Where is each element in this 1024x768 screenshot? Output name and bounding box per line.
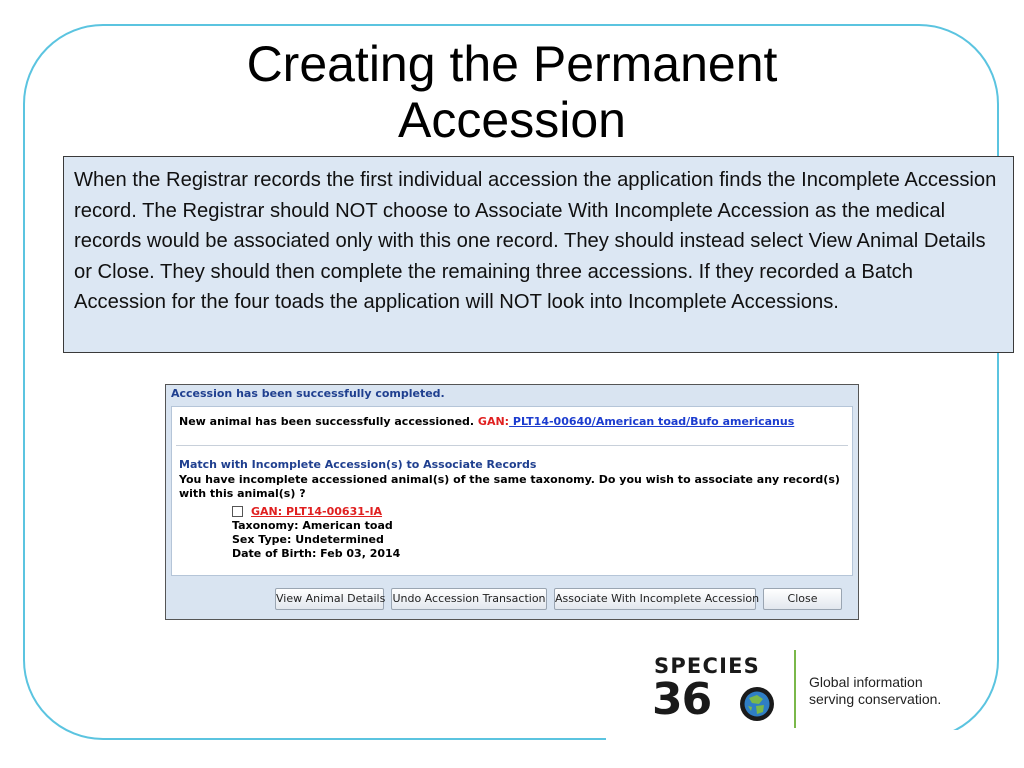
gan-link[interactable]: PLT14-00640/American toad/Bufo americanu… [509, 415, 794, 428]
globe-icon [740, 687, 774, 721]
species360-logo: SPECIES 36 Global information serving co… [652, 650, 972, 730]
associate-question: You have incomplete accessioned animal(s… [179, 473, 840, 500]
callout-box: When the Registrar records the first ind… [63, 156, 1014, 353]
tagline-line-2: serving conservation. [809, 691, 942, 707]
close-button[interactable]: Close [763, 588, 842, 610]
logo-tagline: Global information serving conservation. [809, 674, 941, 708]
gan-label: GAN: [477, 415, 510, 428]
title-line-2: Accession [398, 92, 626, 148]
view-animal-details-button[interactable]: View Animal Details [275, 588, 385, 610]
match-heading: Match with Incomplete Accession(s) to As… [179, 458, 537, 471]
record-gan-link[interactable]: GAN: PLT14-00631-IA [251, 505, 400, 519]
logo-separator [794, 650, 796, 728]
accession-dialog: Accession has been successfully complete… [165, 384, 859, 620]
dialog-header: Accession has been successfully complete… [171, 387, 445, 400]
success-message: New animal has been successfully accessi… [179, 415, 794, 428]
record-sex: Sex Type: Undetermined [232, 533, 384, 546]
slide-title: Creating the Permanent Accession [0, 36, 1024, 148]
associate-incomplete-button[interactable]: Associate With Incomplete Accession [554, 588, 759, 610]
tagline-line-1: Global information [809, 674, 923, 690]
incomplete-record: GAN: PLT14-00631-IA Taxonomy: American t… [232, 505, 400, 561]
title-line-1: Creating the Permanent [246, 36, 778, 92]
frame-gap [606, 730, 1024, 768]
logo-number: 36 [652, 674, 712, 725]
success-text: New animal has been successfully accessi… [179, 415, 475, 428]
dialog-body: New animal has been successfully accessi… [171, 406, 853, 576]
divider [176, 445, 848, 446]
record-dob: Date of Birth: Feb 03, 2014 [232, 547, 401, 560]
button-row: View Animal Details Undo Accession Trans… [166, 588, 860, 612]
record-checkbox[interactable] [232, 506, 243, 517]
undo-accession-button[interactable]: Undo Accession Transaction [391, 588, 547, 610]
record-taxonomy: Taxonomy: American toad [232, 519, 393, 532]
